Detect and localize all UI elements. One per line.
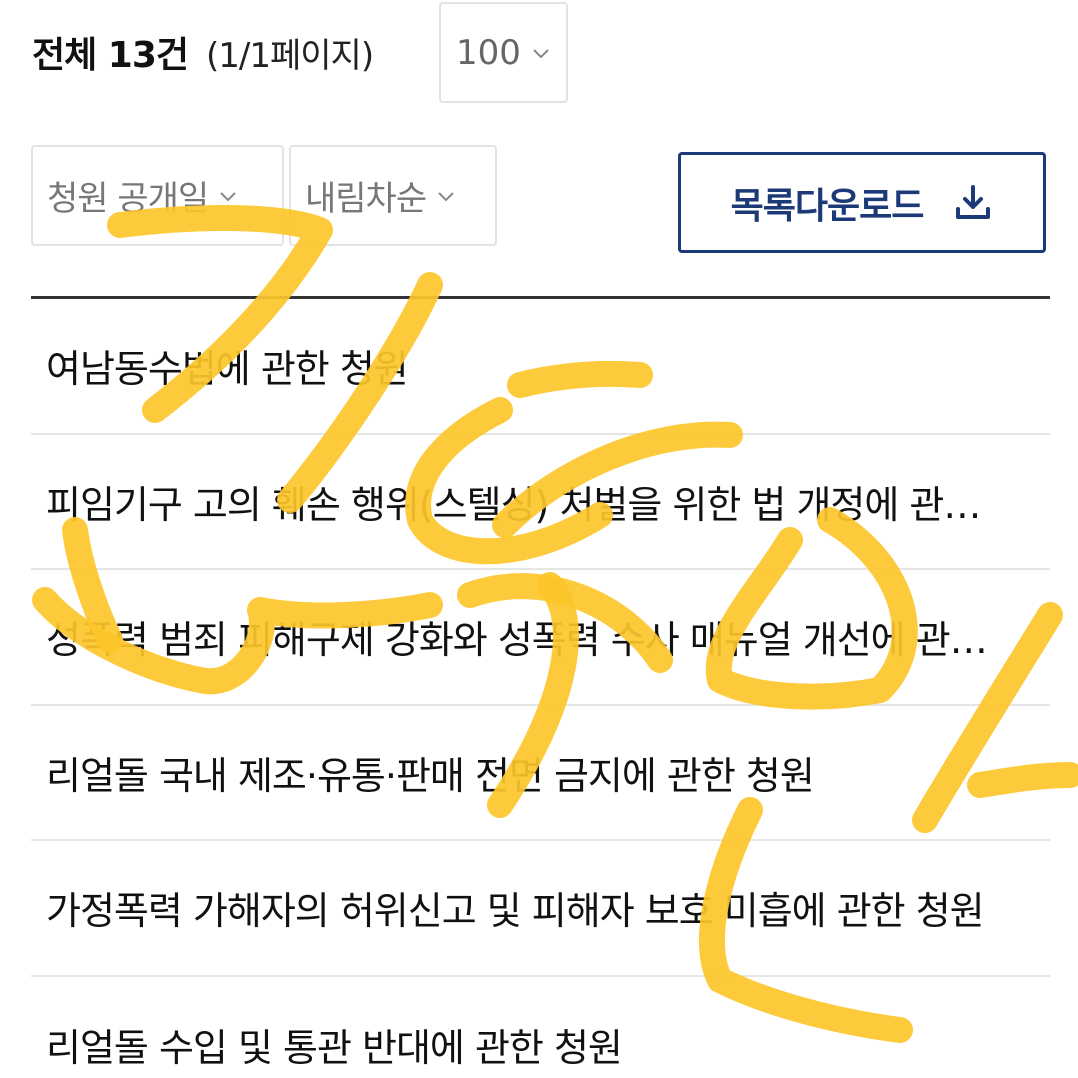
petition-list: 여남동수법에 관한 청원 피임기구 고의 훼손 행위(스텔싱) 처벌을 위한 법… [31,299,1050,1078]
list-item[interactable]: 리얼돌 수입 및 통관 반대에 관한 청원 [31,977,1050,1078]
petition-title: 피임기구 고의 훼손 행위(스텔싱) 처벌을 위한 법 개정에 관한 청원 [46,482,1006,527]
list-summary: 전체 13건 (1/1페이지) [32,0,374,104]
chevron-down-icon [438,191,454,201]
chevron-down-icon [220,191,236,201]
list-item[interactable]: 여남동수법에 관한 청원 [31,299,1050,435]
petition-title: 성폭력 범죄 피해구제 강화와 성폭력 수사 매뉴얼 개선에 관한 청원 [46,618,1006,663]
petition-title: 가정폭력 가해자의 허위신고 및 피해자 보호 미흡에 관한 청원 [46,889,984,934]
list-item[interactable]: 성폭력 범죄 피해구제 강화와 성폭력 수사 매뉴얼 개선에 관한 청원 [31,570,1050,706]
list-item[interactable]: 리얼돌 국내 제조·유통·판매 전면 금지에 관한 청원 [31,706,1050,841]
sort-field-select[interactable]: 청원 공개일 [31,145,284,246]
download-icon [956,184,991,219]
page-info: (1/1페이지) [206,35,374,76]
chevron-down-icon [533,48,549,58]
petition-title: 여남동수법에 관한 청원 [46,347,408,392]
download-list-label: 목록다운로드 [730,184,925,226]
download-list-button[interactable]: 목록다운로드 [678,152,1046,253]
petition-title: 리얼돌 수입 및 통관 반대에 관한 청원 [46,1025,622,1070]
sort-order-select[interactable]: 내림차순 [289,145,497,246]
petition-title: 리얼돌 국내 제조·유통·판매 전면 금지에 관한 청원 [46,753,814,798]
sort-order-value: 내림차순 [305,179,427,219]
page-size-select[interactable]: 100 [439,2,568,103]
sort-field-value: 청원 공개일 [47,179,209,219]
list-item[interactable]: 피임기구 고의 훼손 행위(스텔싱) 처벌을 위한 법 개정에 관한 청원 [31,435,1050,570]
total-count: 전체 13건 [32,35,189,76]
list-item[interactable]: 가정폭력 가해자의 허위신고 및 피해자 보호 미흡에 관한 청원 [31,841,1050,977]
page-size-value: 100 [456,32,521,73]
